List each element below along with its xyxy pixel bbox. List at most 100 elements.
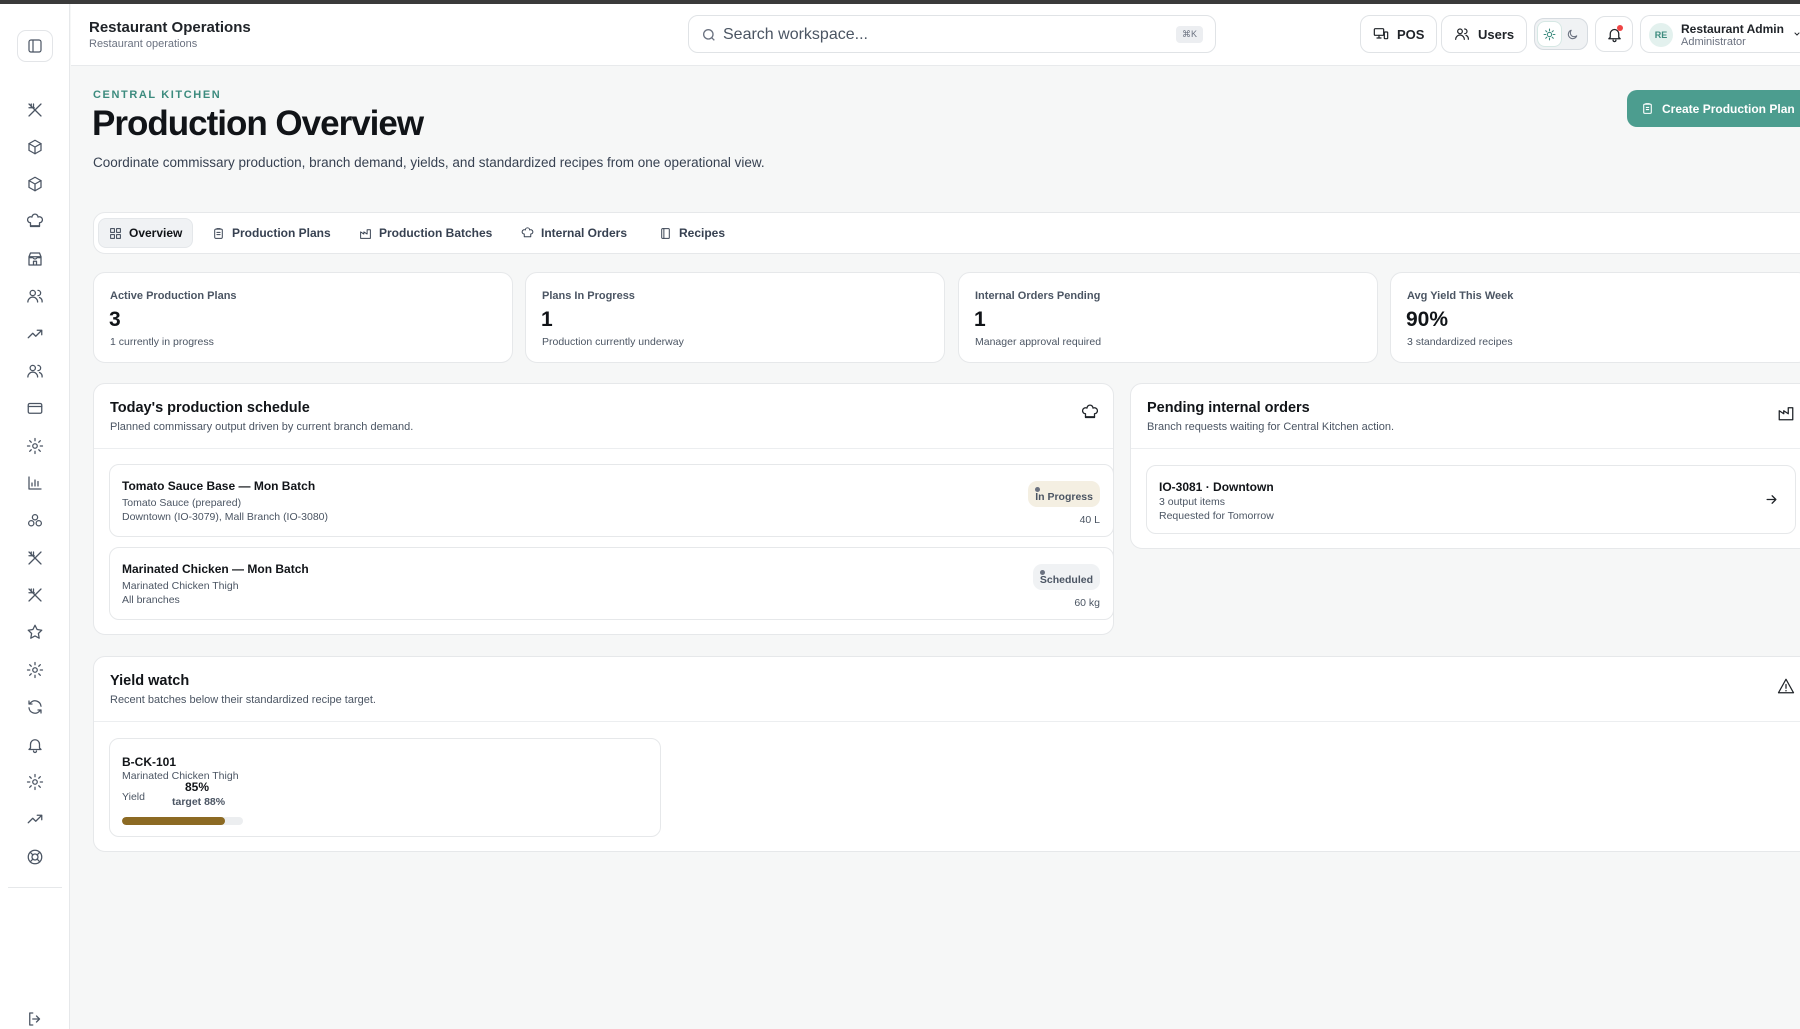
sidebar-item-kitchen[interactable] (23, 583, 47, 607)
notification-dot (1617, 25, 1623, 31)
users-icon (27, 364, 43, 378)
tab-production-batches[interactable]: Production Batches (349, 218, 502, 248)
sidebar-item-staff[interactable] (23, 284, 47, 308)
pos-button[interactable]: POS (1360, 15, 1438, 53)
dark-mode-button[interactable] (1561, 22, 1584, 46)
app-title: Restaurant Operations (89, 19, 251, 36)
chef-hat-icon (521, 226, 534, 237)
sidebar-divider (8, 887, 62, 888)
card-divider (1131, 448, 1800, 449)
arrow-right-icon[interactable] (1764, 492, 1779, 512)
factory-icon (360, 228, 371, 239)
stat-label: Internal Orders Pending (975, 290, 1101, 302)
page-eyebrow: CENTRAL KITCHEN (93, 89, 222, 101)
tab-production-plans[interactable]: Production Plans (202, 218, 341, 248)
stat-value: 1 (974, 308, 986, 331)
moon-icon (1567, 29, 1578, 39)
sidebar-item-customers[interactable] (23, 359, 47, 383)
sidebar-item-settings[interactable] (23, 658, 47, 682)
sidebar-item-reports[interactable] (23, 471, 47, 495)
status-label: Scheduled (1039, 574, 1093, 586)
yield-label: Yield (122, 791, 145, 803)
settings-icon (26, 437, 44, 455)
search-input[interactable] (723, 24, 1143, 46)
package-icon (28, 176, 42, 192)
settings-icon (26, 773, 44, 791)
sidebar-item-purchasing[interactable] (23, 172, 47, 196)
chef-hat-icon (1081, 404, 1099, 422)
internal-order-item[interactable]: IO-3081 · Downtown 3 output items Reques… (1146, 465, 1796, 534)
batch-id: B-CK-101 (122, 755, 177, 769)
avatar: RE (1649, 23, 1673, 47)
status-badge: In Progress (1028, 481, 1100, 507)
sidebar-item-system[interactable] (23, 770, 47, 794)
user-menu[interactable]: RE Restaurant Admin Administrator (1640, 15, 1800, 53)
chevron-down-icon (1794, 32, 1800, 36)
light-mode-button[interactable] (1538, 22, 1561, 46)
stat-value: 90% (1406, 308, 1449, 331)
create-production-plan-label: Create Production Plan (1662, 101, 1795, 116)
card-divider (94, 721, 1800, 722)
chef-hat-icon (26, 213, 44, 228)
production-schedule-card: Today's production schedule Planned comm… (93, 383, 1114, 635)
star-icon (27, 624, 43, 639)
schedule-item-quantity: 60 kg (1074, 597, 1100, 609)
clipboard-icon (1643, 103, 1652, 114)
schedule-item[interactable]: Tomato Sauce Base — Mon Batch Tomato Sau… (109, 464, 1114, 537)
utensils-icon (28, 551, 42, 565)
tab-label: Recipes (679, 226, 726, 240)
tab-internal-orders[interactable]: Internal Orders (511, 218, 637, 248)
help-icon (27, 849, 43, 865)
utensils-icon (28, 103, 42, 117)
sidebar-toggle-button[interactable] (17, 30, 53, 62)
card-subtitle: Recent batches below their standardized … (110, 694, 376, 706)
notifications-button[interactable] (1595, 16, 1633, 52)
tab-label: Overview (129, 226, 183, 240)
status-badge: Scheduled (1032, 564, 1100, 590)
order-requested: Requested for Tomorrow (1159, 510, 1274, 522)
sidebar-item-analytics[interactable] (23, 807, 47, 831)
trending-up-icon (27, 814, 43, 824)
yield-batch-card[interactable]: B-CK-101 Marinated Chicken Thigh Yield 8… (109, 738, 661, 837)
sidebar-item-modules[interactable] (23, 509, 47, 533)
sidebar-item-menu[interactable] (23, 546, 47, 570)
tab-bar: Overview Production Plans Production Bat… (93, 212, 1800, 254)
sidebar-item-help[interactable] (23, 845, 47, 869)
store-icon (28, 252, 42, 266)
yield-value: 85% (185, 780, 210, 794)
tab-overview[interactable]: Overview (98, 218, 194, 248)
create-production-plan-button[interactable]: Create Production Plan (1627, 90, 1800, 127)
sidebar-item-payments[interactable] (23, 396, 47, 420)
yield-progress-fill (122, 817, 225, 825)
stat-subtext: Production currently underway (542, 336, 684, 348)
sidebar-item-loyalty[interactable] (23, 620, 47, 644)
sidebar-item-notifications[interactable] (23, 733, 47, 757)
tab-label: Production Batches (379, 226, 493, 240)
sidebar-item-sync[interactable] (23, 695, 47, 719)
sidebar-item-branches[interactable] (23, 247, 47, 271)
card-title: Today's production schedule (110, 400, 310, 416)
theme-toggle[interactable] (1534, 18, 1588, 50)
search-box[interactable]: ⌘K (688, 15, 1216, 53)
yield-target: target 88% (172, 796, 226, 808)
schedule-item-recipe: Marinated Chicken Thigh (122, 580, 239, 592)
sidebar-item-central-kitchen[interactable] (23, 210, 47, 234)
sidebar-item-dining[interactable] (23, 98, 47, 122)
stat-card-plans-in-progress: Plans In Progress 1 Production currently… (525, 272, 945, 363)
stat-subtext: Manager approval required (975, 336, 1102, 348)
schedule-item[interactable]: Marinated Chicken — Mon Batch Marinated … (109, 547, 1114, 620)
sidebar-item-inventory[interactable] (23, 135, 47, 159)
tab-recipes[interactable]: Recipes (649, 218, 735, 248)
status-dot (1039, 570, 1045, 575)
monitor-phone-icon (1373, 28, 1389, 40)
boxes-icon (27, 513, 43, 527)
sidebar-item-config[interactable] (23, 434, 47, 458)
refresh-icon (28, 700, 42, 714)
clipboard-icon (214, 227, 223, 239)
logout-button[interactable] (23, 1007, 47, 1029)
search-icon (703, 29, 715, 41)
stat-label: Avg Yield This Week (1407, 290, 1514, 302)
sidebar-item-sales[interactable] (23, 322, 47, 346)
sidebar-toggle-icon (28, 39, 42, 53)
users-button[interactable]: Users (1441, 15, 1528, 53)
